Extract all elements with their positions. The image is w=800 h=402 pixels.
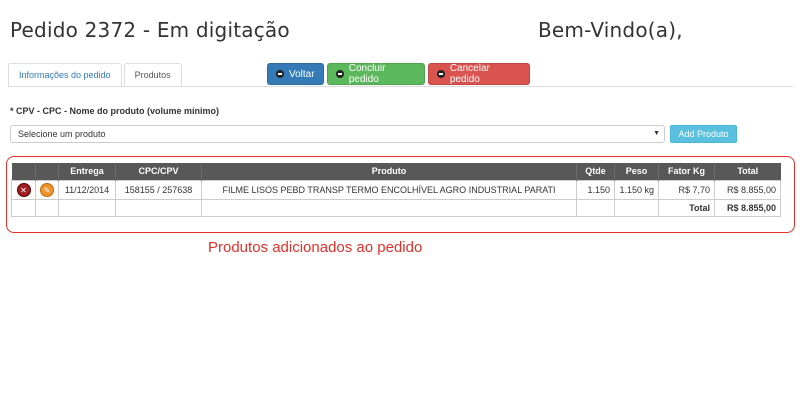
header-qtde: Qtde <box>576 163 615 180</box>
voltar-button[interactable]: Voltar <box>267 63 324 85</box>
cell-fator: R$ 7,70 <box>658 179 715 200</box>
cancel-icon <box>437 70 445 78</box>
products-table: Entrega CPC/CPV Produto Qtde Peso Fator … <box>11 163 781 217</box>
summary-empty-cell <box>115 199 202 217</box>
cell-qtde: 1.150 <box>576 179 615 200</box>
remove-cell <box>11 179 36 200</box>
cancelar-pedido-button[interactable]: Cancelar pedido <box>428 63 530 85</box>
tab-produtos[interactable]: Produtos <box>123 63 182 87</box>
cell-produto: FILME LISOS PEBD TRANSP TERMO ENCOLHÍVEL… <box>201 179 577 200</box>
tab-informacoes-do-pedido[interactable]: Informações do pedido <box>8 63 122 87</box>
summary-row: Total R$ 8.855,00 <box>11 198 781 217</box>
cell-peso: 1.150 kg <box>614 179 659 200</box>
header-cpc: CPC/CPV <box>115 163 202 180</box>
chevron-down-icon: ▼ <box>653 130 660 137</box>
concluir-pedido-button[interactable]: Concluir pedido <box>327 63 425 85</box>
concluir-pedido-label: Concluir pedido <box>348 63 386 85</box>
edit-cell <box>35 179 59 200</box>
add-produto-button[interactable]: Add Produto <box>670 125 737 143</box>
header-remove <box>11 163 36 180</box>
summary-empty-cell <box>11 199 36 217</box>
back-icon <box>276 70 284 78</box>
cell-cpc: 158155 / 257638 <box>115 179 202 200</box>
header-produto: Produto <box>201 163 577 180</box>
check-icon <box>336 70 344 78</box>
summary-empty-cell <box>58 199 116 217</box>
product-select-value: Selecione um produto <box>18 129 106 139</box>
annotation-text: Produtos adicionados ao pedido <box>208 239 423 256</box>
header-entrega: Entrega <box>58 163 116 180</box>
summary-empty-cell <box>201 199 577 217</box>
cell-total: R$ 8.855,00 <box>714 179 781 200</box>
tabs-divider <box>8 86 793 87</box>
summary-total-value: R$ 8.855,00 <box>714 198 781 217</box>
remove-icon[interactable] <box>16 182 31 197</box>
header-total: Total <box>714 163 781 180</box>
summary-empty-cell <box>35 199 59 217</box>
product-select[interactable]: Selecione um produto ▼ <box>10 125 665 143</box>
header-fator: Fator Kg <box>658 163 715 180</box>
welcome-text: Bem-Vindo(a), <box>538 18 683 42</box>
edit-icon[interactable] <box>40 182 54 197</box>
cancelar-pedido-label: Cancelar pedido <box>449 63 490 85</box>
product-field-label: * CPV - CPC - Nome do produto (volume mí… <box>10 106 219 116</box>
cell-entrega: 11/12/2014 <box>58 179 116 200</box>
page-title: Pedido 2372 - Em digitação <box>10 18 290 42</box>
header-edit <box>35 163 59 180</box>
header-peso: Peso <box>614 163 659 180</box>
voltar-button-label: Voltar <box>289 68 315 80</box>
summary-empty-cell <box>576 199 615 217</box>
table-row: 11/12/2014 158155 / 257638 FILME LISOS P… <box>11 179 781 200</box>
summary-empty-cell <box>614 199 659 217</box>
tab-bar: Informações do pedido Produtos <box>8 63 182 87</box>
summary-total-label: Total <box>658 198 715 217</box>
